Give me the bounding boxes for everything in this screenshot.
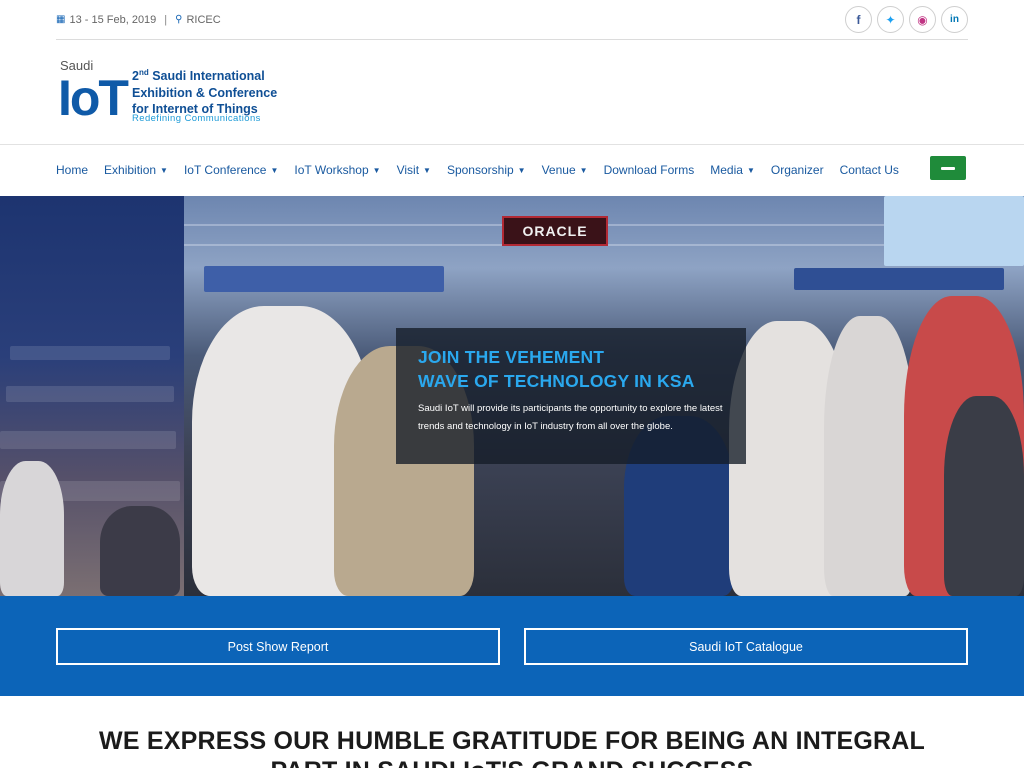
event-info: ▦ 13 - 15 Feb, 2019 | ⚲ RICEC (56, 14, 221, 26)
booth-banner (204, 266, 444, 292)
caret-down-icon: ▼ (746, 165, 755, 175)
gratitude-line1: WE EXPRESS OUR HUMBLE GRATITUDE FOR BEIN… (99, 727, 925, 755)
hero-title-line2: WAVE OF TECHNOLOGY IN KSA (418, 371, 695, 391)
site-logo[interactable]: Saudi IoT 2nd Saudi International Exhibi… (58, 58, 288, 128)
caret-down-icon: ▼ (423, 165, 431, 175)
nav-label: Organizer (770, 163, 824, 177)
nav-label: Venue (541, 163, 576, 177)
nav-label: Media (710, 163, 743, 177)
nav-label: Sponsorship (446, 163, 514, 177)
linkedin-icon[interactable]: in (941, 6, 968, 33)
booth-banner (794, 268, 1004, 290)
event-date: 13 - 15 Feb, 2019 (69, 13, 157, 26)
attendee-figure (824, 316, 914, 596)
nav-item-contact-us[interactable]: Contact Us (840, 163, 899, 177)
nav-item-exhibition[interactable]: Exhibition ▼ (104, 163, 168, 177)
gratitude-heading: WE EXPRESS OUR HUMBLE GRATITUDE FOR BEIN… (0, 726, 1024, 768)
logo-line1: Saudi International (148, 69, 265, 84)
nav-label: Contact Us (839, 163, 899, 177)
nav-label: Home (56, 163, 89, 177)
caret-down-icon: ▼ (517, 165, 526, 175)
twitter-icon[interactable]: ✦ (877, 6, 904, 33)
hero-title-line1: JOIN THE VEHEMENT (418, 347, 605, 367)
caret-down-icon: ▼ (372, 165, 381, 175)
hero-title: JOIN THE VEHEMENT WAVE OF TECHNOLOGY IN … (418, 345, 726, 393)
audience-row (0, 431, 176, 449)
nav-label: Download Forms (603, 163, 695, 177)
calendar-icon: ▦ (56, 14, 66, 25)
gratitude-line2: PART IN SAUDI IoT'S GRAND SUCCESS (0, 756, 1024, 768)
nav-item-organizer[interactable]: Organizer (771, 163, 824, 177)
oracle-booth-sign: ORACLE (502, 216, 608, 246)
nav-item-sponsorship[interactable]: Sponsorship ▼ (447, 163, 526, 177)
audience-row (10, 346, 170, 360)
audience-row (6, 386, 174, 402)
hero-banner: ORACLE JOIN THE VEHEMENT WAVE OF TECHNOL… (0, 196, 1024, 596)
cta-band: Post Show Report Saudi IoT Catalogue (0, 596, 1024, 696)
instagram-icon[interactable]: ◉ (909, 6, 936, 33)
hero-caption-box: JOIN THE VEHEMENT WAVE OF TECHNOLOGY IN … (396, 328, 746, 464)
nav-item-iot-workshop[interactable]: IoT Workshop ▼ (294, 163, 380, 177)
map-marker-icon: ⚲ (175, 14, 183, 25)
arabic-language-flag-icon[interactable] (930, 156, 966, 180)
social-links: f ✦ ◉ in (845, 6, 968, 33)
logo-line2: Exhibition & Conference (132, 85, 278, 100)
nav-label: IoT Conference (183, 163, 267, 177)
catalogue-button[interactable]: Saudi IoT Catalogue (524, 628, 968, 665)
logo-edition: 2 (132, 69, 139, 84)
attendee-figure (100, 506, 180, 596)
attendee-figure (0, 461, 64, 596)
caret-down-icon: ▼ (270, 165, 279, 175)
nav-item-download-forms[interactable]: Download Forms (604, 163, 695, 177)
logo-iot-text: IoT (58, 70, 129, 126)
main-nav: Home Exhibition ▼ IoT Conference ▼ IoT Wor… (56, 145, 915, 195)
nav-item-venue[interactable]: Venue ▼ (542, 163, 588, 177)
facebook-icon[interactable]: f (845, 6, 872, 33)
nav-item-visit[interactable]: Visit ▼ (397, 163, 431, 177)
attendee-figure (944, 396, 1024, 596)
top-bar: ▦ 13 - 15 Feb, 2019 | ⚲ RICEC f ✦ ◉ in (56, 0, 968, 40)
logo-tagline: Redefining Communications (132, 113, 261, 124)
nav-label: Visit (396, 163, 420, 177)
logo-event-title: 2nd Saudi International Exhibition & Con… (132, 65, 277, 118)
post-show-report-button[interactable]: Post Show Report (56, 628, 500, 665)
nav-label: IoT Workshop (294, 163, 369, 177)
event-venue: RICEC (186, 13, 221, 26)
caret-down-icon: ▼ (579, 165, 588, 175)
nav-item-media[interactable]: Media ▼ (710, 163, 755, 177)
nav-item-home[interactable]: Home (56, 163, 88, 177)
nav-label: Exhibition (104, 163, 157, 177)
hero-auditorium-photo (0, 196, 184, 596)
nav-item-iot-conference[interactable]: IoT Conference ▼ (184, 163, 278, 177)
caret-down-icon: ▼ (160, 165, 168, 175)
logo-edition-suffix: nd (138, 68, 149, 77)
hero-description: Saudi IoT will provide its participants … (418, 403, 723, 432)
info-separator: | (164, 13, 168, 26)
booth-wall (884, 196, 1024, 266)
flag-emblem (941, 166, 955, 170)
